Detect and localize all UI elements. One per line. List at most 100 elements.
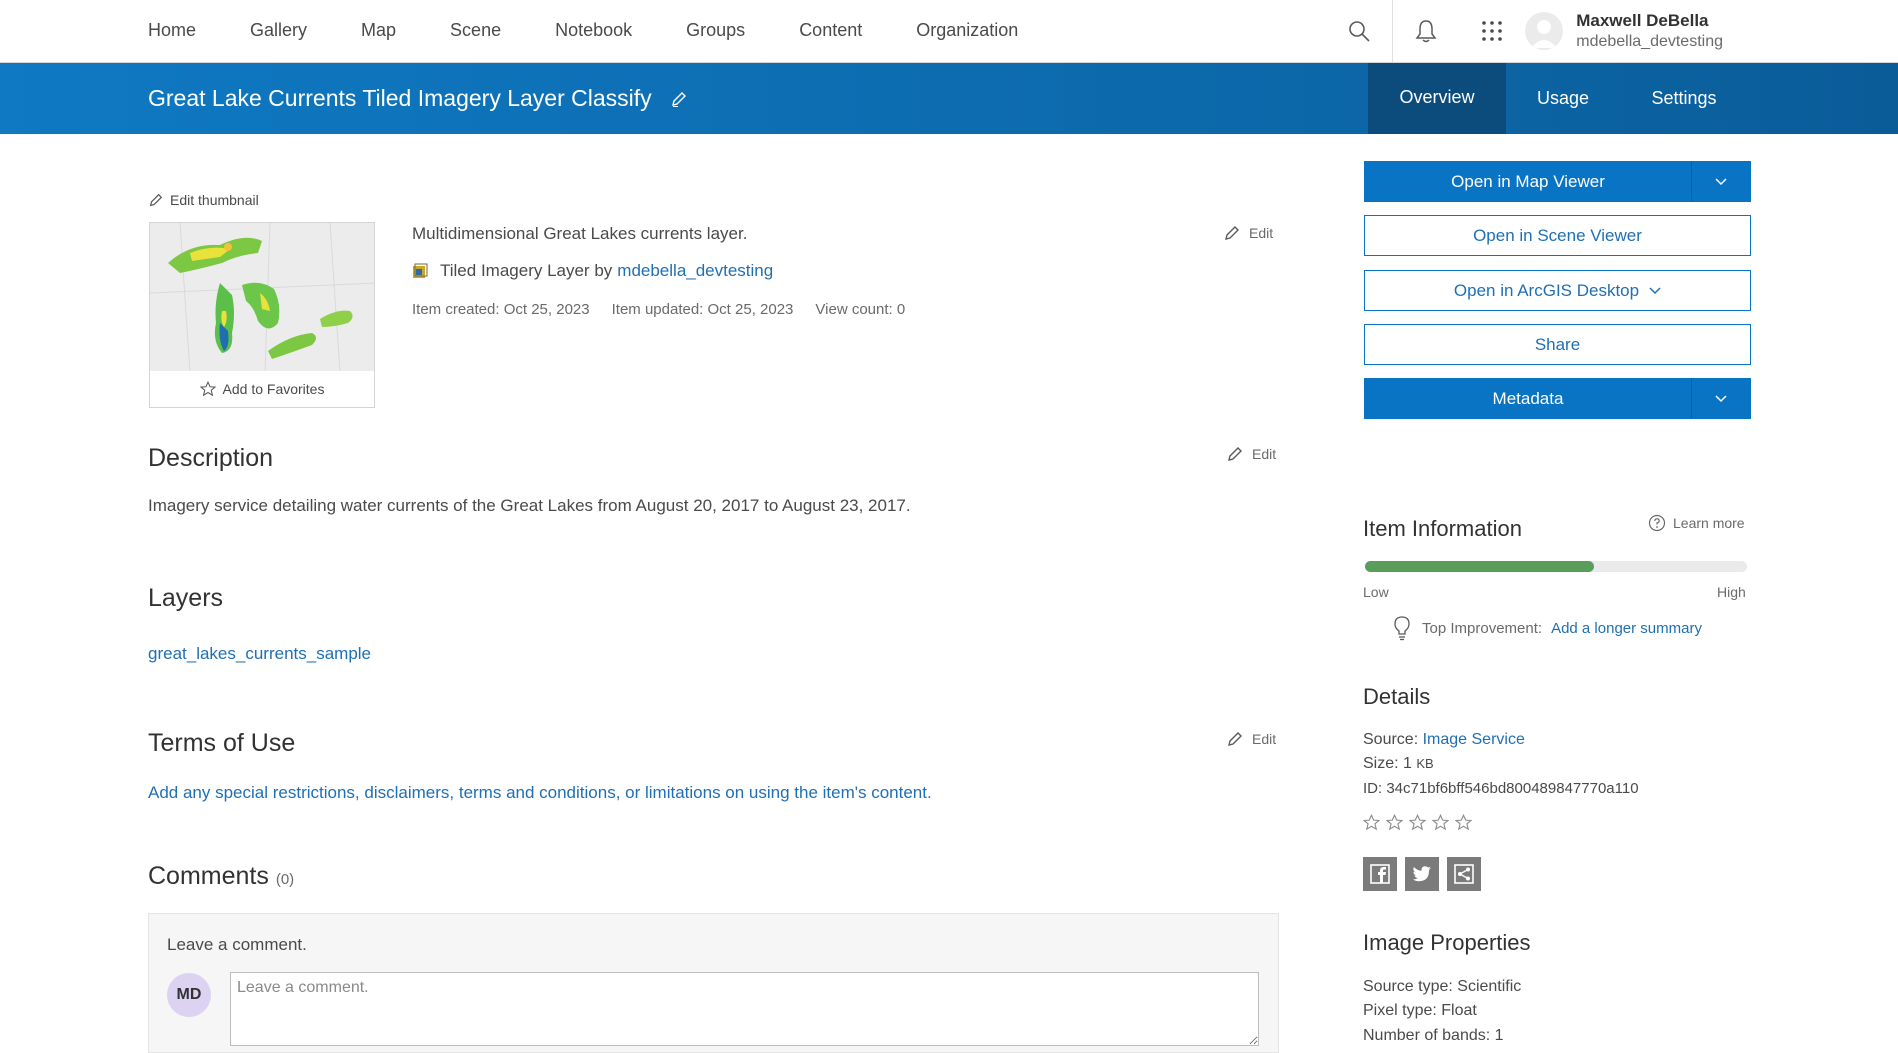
search-icon[interactable]	[1326, 0, 1392, 62]
comment-label: Leave a comment.	[167, 935, 307, 954]
edit-thumbnail-label: Edit thumbnail	[170, 192, 259, 208]
nav-link-gallery[interactable]: Gallery	[250, 20, 307, 41]
details-source-link[interactable]: Image Service	[1423, 731, 1525, 748]
item-created: Item created: Oct 25, 2023	[412, 301, 590, 318]
pencil-icon	[1228, 732, 1242, 746]
edit-thumbnail-link[interactable]: Edit thumbnail	[148, 192, 259, 208]
details-id: ID: 34c71bf6bff546bd800489847770a110	[1363, 780, 1639, 797]
pencil-icon	[1225, 226, 1239, 240]
edit-summary-link[interactable]: Edit	[1223, 224, 1273, 242]
user-menu[interactable]: Maxwell DeBella mdebella_devtesting	[1525, 0, 1898, 62]
tab-overview[interactable]: Overview	[1368, 63, 1506, 134]
share-icon[interactable]	[1447, 857, 1481, 891]
share-button[interactable]: Share	[1364, 324, 1751, 365]
open-map-viewer-button: Open in Map Viewer	[1364, 161, 1751, 202]
bell-icon[interactable]	[1393, 0, 1459, 62]
rating-star-icon[interactable]	[1432, 814, 1449, 831]
meter-low-label: Low	[1363, 584, 1389, 600]
rating-star-icon[interactable]	[1386, 814, 1403, 831]
metadata-button: Metadata	[1364, 378, 1751, 419]
nav-link-organization[interactable]: Organization	[916, 20, 1018, 41]
comments-heading: Comments (0)	[148, 862, 294, 891]
comment-input[interactable]	[230, 972, 1259, 1046]
comments-heading-text: Comments	[148, 862, 269, 890]
description-text: Imagery service detailing water currents…	[148, 496, 911, 515]
edit-label: Edit	[1252, 446, 1277, 462]
nav-link-content[interactable]: Content	[799, 20, 862, 41]
item-information-meter-fill	[1365, 561, 1595, 572]
item-view-count: View count: 0	[815, 301, 906, 318]
user-info: Maxwell DeBella mdebella_devtesting	[1576, 10, 1723, 52]
open-arcgis-desktop-label: Open in ArcGIS Desktop	[1453, 280, 1640, 300]
nav-tools: Maxwell DeBella mdebella_devtesting	[1326, 0, 1898, 62]
user-name: Maxwell DeBella	[1576, 11, 1709, 30]
metadata-main[interactable]: Metadata	[1365, 379, 1691, 418]
description-heading: Description	[148, 444, 274, 472]
open-arcgis-desktop-button[interactable]: Open in ArcGIS Desktop	[1364, 270, 1751, 311]
rating-stars	[1363, 814, 1478, 831]
meter-high-label: High	[1717, 584, 1746, 600]
terms-add-link[interactable]: Add any special restrictions, disclaimer…	[148, 783, 932, 803]
open-map-viewer-main[interactable]: Open in Map Viewer	[1365, 162, 1691, 201]
twitter-icon[interactable]	[1405, 857, 1439, 891]
facebook-icon[interactable]	[1363, 857, 1397, 891]
layer-link[interactable]: great_lakes_currents_sample	[148, 644, 371, 664]
rating-star-icon[interactable]	[1363, 814, 1380, 831]
item-title-bar: Great Lake Currents Tiled Imagery Layer …	[0, 63, 1898, 134]
rating-star-icon[interactable]	[1455, 814, 1472, 831]
open-scene-viewer-button[interactable]: Open in Scene Viewer	[1364, 215, 1751, 256]
item-thumbnail	[149, 222, 375, 372]
chevron-down-icon	[1715, 394, 1727, 402]
imagery-layer-icon	[413, 263, 428, 278]
edit-title-pencil-icon[interactable]	[670, 90, 688, 108]
chevron-down-icon	[1649, 286, 1661, 295]
nav-link-map[interactable]: Map	[361, 20, 396, 41]
user-avatar	[1525, 12, 1564, 50]
edit-label: Edit	[1252, 731, 1277, 747]
image-properties-heading: Image Properties	[1363, 930, 1531, 955]
item-owner-link[interactable]: mdebella_devtesting	[617, 261, 773, 281]
chevron-down-icon	[1715, 177, 1727, 185]
edit-terms-link[interactable]: Edit	[1226, 730, 1276, 748]
edit-description-link[interactable]: Edit	[1226, 445, 1276, 463]
add-to-favorites-button[interactable]: Add to Favorites	[149, 371, 375, 408]
terms-heading: Terms of Use	[148, 729, 296, 757]
nav-link-home[interactable]: Home	[148, 20, 196, 41]
item-tabs: Overview Usage Settings	[1368, 63, 1748, 134]
rating-star-icon[interactable]	[1409, 814, 1426, 831]
learn-more-link[interactable]: Learn more	[1648, 514, 1745, 532]
details-heading: Details	[1363, 684, 1431, 709]
image-band-count: Number of bands: 1	[1363, 1027, 1504, 1044]
nav-link-notebook[interactable]: Notebook	[555, 20, 632, 41]
pencil-icon	[149, 193, 163, 207]
open-map-viewer-dropdown[interactable]	[1691, 162, 1750, 201]
metadata-dropdown[interactable]	[1691, 379, 1750, 418]
tab-usage[interactable]: Usage	[1506, 63, 1620, 134]
details-source-label: Source:	[1363, 731, 1419, 748]
top-navigation: Home Gallery Map Scene Notebook Groups C…	[0, 0, 1898, 63]
star-icon	[199, 381, 216, 397]
top-improvement-label: Top Improvement:	[1422, 619, 1543, 637]
item-title: Great Lake Currents Tiled Imagery Layer …	[148, 85, 652, 111]
details-size-unit: KB	[1416, 756, 1434, 771]
nav-links: Home Gallery Map Scene Notebook Groups C…	[148, 0, 1072, 60]
add-to-favorites-label: Add to Favorites	[222, 381, 325, 397]
nav-link-groups[interactable]: Groups	[686, 20, 745, 41]
nav-link-scene[interactable]: Scene	[450, 20, 501, 41]
item-summary: Multidimensional Great Lakes currents la…	[412, 224, 748, 243]
item-title-wrapper: Great Lake Currents Tiled Imagery Layer …	[148, 63, 688, 134]
details-size-label: Size: 1	[1363, 755, 1412, 772]
commenter-avatar: MD	[167, 973, 211, 1017]
item-type-text: Tiled Imagery Layer by	[440, 261, 613, 280]
layers-heading: Layers	[148, 584, 224, 612]
item-meta: Item created: Oct 25, 2023 Item updated:…	[412, 301, 927, 318]
app-launcher-icon[interactable]	[1459, 0, 1525, 62]
image-pixel-type: Pixel type: Float	[1363, 1002, 1477, 1019]
item-information-meter	[1365, 561, 1747, 572]
question-circle-icon	[1648, 514, 1666, 532]
tab-settings[interactable]: Settings	[1620, 63, 1748, 134]
top-improvement-link[interactable]: Add a longer summary	[1551, 620, 1702, 637]
details-source: Source: Image Service	[1363, 731, 1525, 749]
item-information-heading: Item Information	[1363, 516, 1522, 541]
edit-label: Edit	[1249, 225, 1274, 241]
